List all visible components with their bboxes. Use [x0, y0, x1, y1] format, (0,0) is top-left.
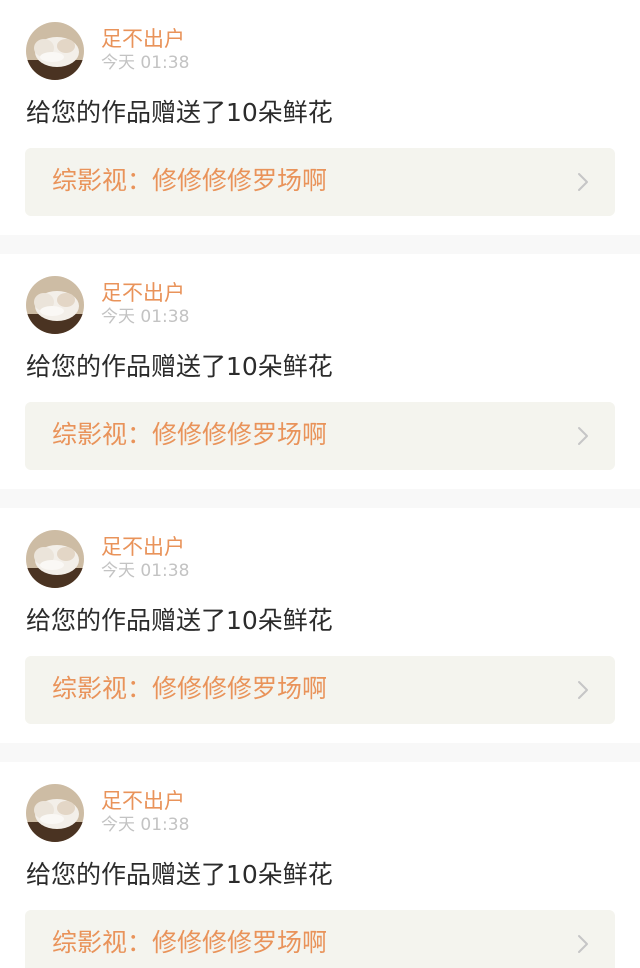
- work-title: 综影视：修修修修罗场啊: [52, 674, 328, 703]
- timestamp: 今天 01:38: [101, 815, 190, 835]
- chevron-right-icon: [578, 681, 588, 699]
- chevron-right-icon: [578, 935, 588, 953]
- notification-message: 给您的作品赠送了10朵鲜花: [26, 352, 333, 381]
- username[interactable]: 足不出户: [101, 788, 185, 814]
- cat-avatar-icon: [26, 784, 84, 842]
- timestamp: 今天 01:38: [101, 561, 190, 581]
- username[interactable]: 足不出户: [101, 534, 185, 560]
- notification-message: 给您的作品赠送了10朵鲜花: [26, 98, 333, 127]
- chevron-right-icon: [578, 173, 588, 191]
- chevron-right-icon: [578, 427, 588, 445]
- notification-card: 足不出户 今天 01:38 给您的作品赠送了10朵鲜花 综影视：修修修修罗场啊: [0, 0, 640, 235]
- user-avatar[interactable]: [26, 530, 84, 588]
- notification-message: 给您的作品赠送了10朵鲜花: [26, 860, 333, 889]
- timestamp: 今天 01:38: [101, 307, 190, 327]
- work-title: 综影视：修修修修罗场啊: [52, 928, 328, 957]
- user-avatar[interactable]: [26, 22, 84, 80]
- work-title: 综影视：修修修修罗场啊: [52, 166, 328, 195]
- notification-card: 足不出户 今天 01:38 给您的作品赠送了10朵鲜花 综影视：修修修修罗场啊: [0, 254, 640, 489]
- cat-avatar-icon: [26, 22, 84, 80]
- notification-card: 足不出户 今天 01:38 给您的作品赠送了10朵鲜花 综影视：修修修修罗场啊: [0, 508, 640, 743]
- username[interactable]: 足不出户: [101, 26, 185, 52]
- work-link[interactable]: 综影视：修修修修罗场啊: [25, 402, 615, 470]
- timestamp: 今天 01:38: [101, 53, 190, 73]
- username[interactable]: 足不出户: [101, 280, 185, 306]
- notification-card: 足不出户 今天 01:38 给您的作品赠送了10朵鲜花 综影视：修修修修罗场啊: [0, 762, 640, 968]
- work-link[interactable]: 综影视：修修修修罗场啊: [25, 656, 615, 724]
- user-avatar[interactable]: [26, 784, 84, 842]
- cat-avatar-icon: [26, 276, 84, 334]
- work-link[interactable]: 综影视：修修修修罗场啊: [25, 910, 615, 968]
- cat-avatar-icon: [26, 530, 84, 588]
- work-link[interactable]: 综影视：修修修修罗场啊: [25, 148, 615, 216]
- notification-feed: 足不出户 今天 01:38 给您的作品赠送了10朵鲜花 综影视：修修修修罗场啊 …: [0, 0, 640, 968]
- notification-message: 给您的作品赠送了10朵鲜花: [26, 606, 333, 635]
- work-title: 综影视：修修修修罗场啊: [52, 420, 328, 449]
- user-avatar[interactable]: [26, 276, 84, 334]
